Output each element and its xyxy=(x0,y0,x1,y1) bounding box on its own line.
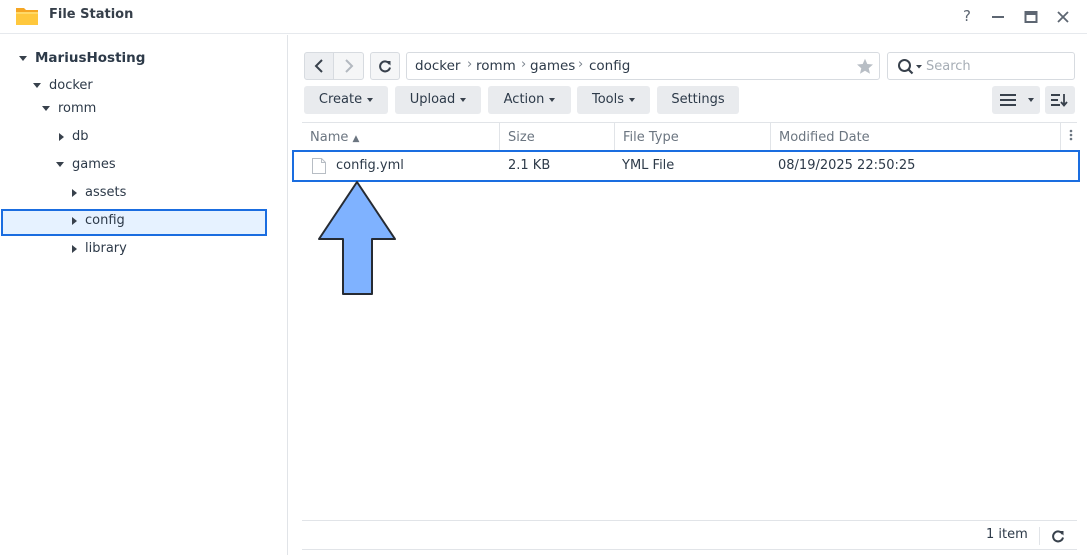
tools-button[interactable]: Tools xyxy=(577,86,650,114)
column-modified-label: Modified Date xyxy=(779,130,870,145)
breadcrumb-separator-icon: › xyxy=(467,57,473,72)
close-glyph xyxy=(1057,11,1069,23)
breadcrumb-separator-icon: › xyxy=(578,57,584,72)
search-input[interactable] xyxy=(926,57,1066,75)
column-type-label: File Type xyxy=(623,130,679,145)
maximize-icon[interactable] xyxy=(1020,6,1042,26)
table-row[interactable]: config.yml 2.1 KB YML File 08/19/2025 22… xyxy=(292,150,1080,182)
breadcrumb-separator-icon: › xyxy=(521,57,527,72)
file-list-header: Name ▲ Size File Type Modified Date xyxy=(302,122,1077,151)
status-divider xyxy=(1039,527,1040,545)
status-bar: 1 item xyxy=(302,520,1077,550)
column-divider[interactable] xyxy=(770,123,771,151)
minimize-icon[interactable] xyxy=(987,6,1009,26)
dropdown-caret-icon xyxy=(629,97,636,102)
file-type: YML File xyxy=(622,158,675,173)
breadcrumb-docker[interactable]: docker xyxy=(415,58,460,74)
dropdown-caret-icon xyxy=(460,97,467,102)
sort-button[interactable] xyxy=(1045,86,1075,114)
column-header-modified[interactable]: Modified Date xyxy=(779,123,870,152)
column-header-name[interactable]: Name ▲ xyxy=(310,123,359,152)
column-header-size[interactable]: Size xyxy=(508,123,535,152)
file-icon xyxy=(312,158,326,174)
column-name-label: Name xyxy=(310,130,349,145)
view-mode-button[interactable] xyxy=(992,86,1040,114)
create-button[interactable]: Create xyxy=(304,86,388,114)
refresh-icon[interactable] xyxy=(1050,528,1066,544)
breadcrumb-config[interactable]: config xyxy=(589,58,630,74)
tools-button-label: Tools xyxy=(591,92,625,107)
dropdown-caret-icon xyxy=(549,97,556,102)
forward-button[interactable] xyxy=(333,52,364,80)
window-title: File Station xyxy=(49,7,134,22)
upload-button-label: Upload xyxy=(409,92,456,107)
column-options-icon[interactable] xyxy=(1066,123,1076,152)
file-size: 2.1 KB xyxy=(508,158,551,173)
settings-button[interactable]: Settings xyxy=(657,86,739,114)
main-panel: docker › romm › games › config Create Up… xyxy=(0,35,1087,555)
sort-icon xyxy=(1051,94,1068,107)
create-button-label: Create xyxy=(318,92,363,107)
help-icon[interactable]: ? xyxy=(956,6,978,26)
file-name: config.yml xyxy=(336,158,404,173)
action-button-label: Action xyxy=(503,92,545,107)
star-icon[interactable] xyxy=(856,58,874,75)
settings-button-label: Settings xyxy=(671,92,725,107)
sort-ascending-icon: ▲ xyxy=(352,134,360,144)
folder-icon xyxy=(16,8,38,25)
breadcrumb-romm[interactable]: romm xyxy=(476,58,516,74)
up-arrow-icon xyxy=(318,181,396,295)
maximize-glyph xyxy=(1024,11,1038,23)
chevron-right-icon xyxy=(345,59,354,73)
breadcrumb-games[interactable]: games xyxy=(530,58,575,74)
search-icon[interactable] xyxy=(897,58,923,76)
refresh-icon xyxy=(379,60,391,73)
file-modified-date: 08/19/2025 22:50:25 xyxy=(778,158,916,173)
chevron-left-icon xyxy=(314,59,323,73)
column-size-label: Size xyxy=(508,130,535,145)
upload-button[interactable]: Upload xyxy=(395,86,481,114)
column-divider[interactable] xyxy=(1060,123,1061,151)
dropdown-caret-icon xyxy=(1028,97,1034,102)
title-bar: File Station ? xyxy=(0,0,1087,34)
back-button[interactable] xyxy=(304,52,334,80)
refresh-button[interactable] xyxy=(370,52,400,80)
minimize-glyph xyxy=(992,16,1004,18)
breadcrumb: docker › romm › games › config xyxy=(406,52,880,80)
column-divider[interactable] xyxy=(499,123,500,151)
dropdown-caret-icon xyxy=(367,97,374,102)
view-mode-separator xyxy=(1023,86,1034,114)
column-header-type[interactable]: File Type xyxy=(623,123,679,152)
column-divider[interactable] xyxy=(614,123,615,151)
list-view-icon xyxy=(1000,94,1016,106)
item-count: 1 item xyxy=(986,527,1028,542)
close-icon[interactable] xyxy=(1052,6,1074,26)
file-station-window: File Station ? MariusHosting docker romm… xyxy=(0,0,1087,555)
more-vertical-icon xyxy=(1069,129,1073,141)
help-glyph: ? xyxy=(963,7,971,25)
search-box xyxy=(887,52,1075,80)
action-button[interactable]: Action xyxy=(488,86,571,114)
